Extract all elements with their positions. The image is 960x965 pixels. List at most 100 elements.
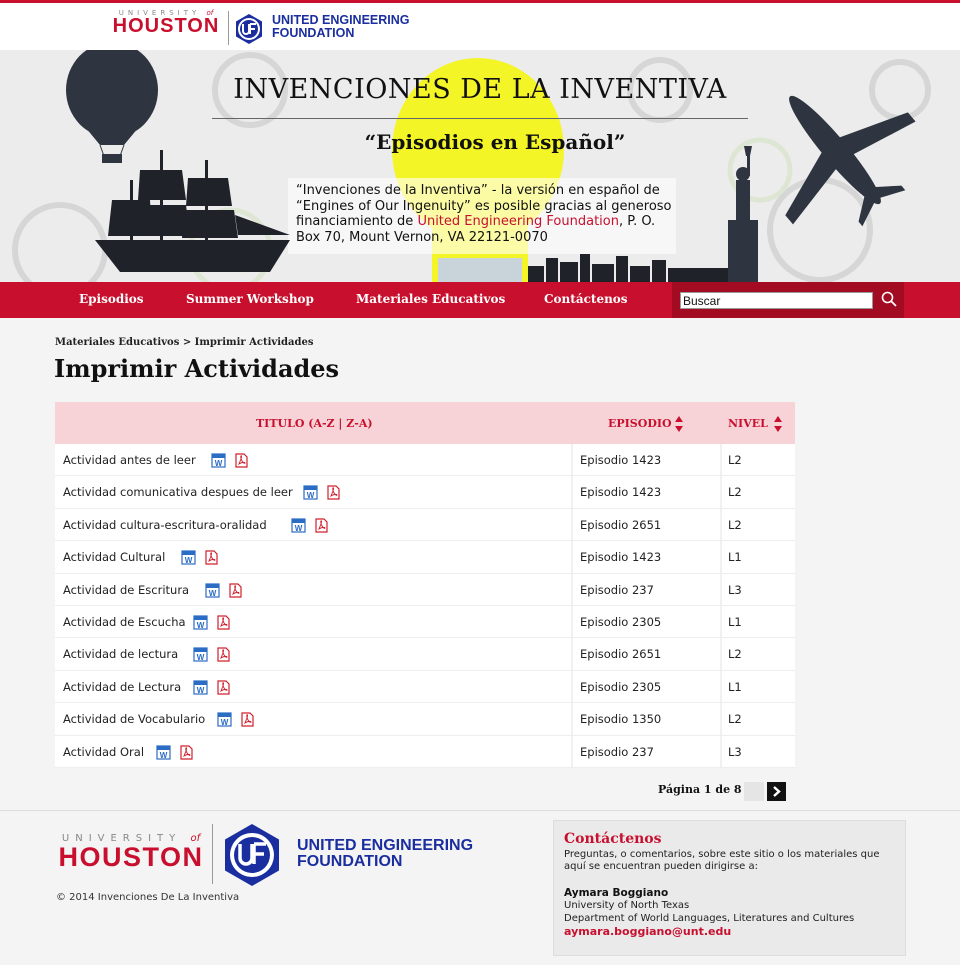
pdf-icon[interactable] [216, 680, 231, 695]
pdf-icon[interactable] [179, 744, 194, 760]
uh-logo-big: HOUSTON [112, 15, 220, 37]
activity-title: Actividad cultura-escritura-oralidad [63, 517, 267, 532]
nav-item-summer-workshop[interactable]: Summer Workshop [186, 292, 314, 306]
table-row: Actividad comunicativa despues de leer W E… [55, 476, 795, 509]
svg-text:W: W [215, 459, 223, 468]
pdf-icon[interactable] [216, 647, 231, 662]
level: L3 [728, 744, 742, 759]
column-divider [720, 444, 722, 476]
footer-uh-logo[interactable]: UNIVERSITY of HOUSTON [56, 833, 206, 873]
uef-line2: FOUNDATION [272, 26, 355, 40]
column-divider [720, 670, 722, 703]
word-doc-icon[interactable]: W [205, 582, 220, 598]
col-titulo-sort[interactable]: TITULO (A-Z | Z-A) [256, 417, 373, 430]
main-nav: Episodios Summer Workshop Materiales Edu… [0, 282, 960, 318]
pager-prev-button[interactable] [744, 782, 764, 801]
column-divider [571, 508, 573, 541]
column-divider [571, 476, 573, 508]
sort-arrows-icon[interactable] [675, 414, 683, 434]
copyright: © 2014 Invenciones De La Inventiva [56, 892, 240, 903]
activity-title: Actividad Oral [63, 744, 145, 759]
column-divider [571, 444, 573, 476]
level: L2 [728, 712, 742, 727]
level: L2 [728, 517, 742, 532]
word-doc-icon[interactable]: W [156, 744, 171, 760]
footer-uef-text: UNITED ENGINEERING FOUNDATION [297, 838, 473, 870]
column-divider [571, 573, 573, 605]
word-doc-icon[interactable]: W [193, 680, 208, 695]
contact-title: Contáctenos [564, 831, 662, 847]
pager-next-button[interactable] [767, 782, 786, 801]
nav-item-contactenos[interactable]: Contáctenos [544, 292, 628, 306]
activity-title: Actividad de Vocabulario [63, 712, 206, 727]
episode-number: Episodio 1423 [580, 453, 662, 467]
activity-title: Actividad antes de leer [63, 453, 196, 467]
episode-number: Episodio 1423 [580, 550, 662, 565]
nav-item-materiales-educativos[interactable]: Materiales Educativos [356, 292, 505, 306]
word-doc-icon[interactable]: W [217, 712, 232, 727]
footer-uh-big: HOUSTON [58, 842, 204, 872]
svg-text:W: W [221, 718, 229, 727]
hero-rule [212, 118, 748, 119]
table-row: Actividad de lectura W Episodio 2651 L2 [55, 638, 795, 671]
col-episodio-sort[interactable]: EPISODIO [608, 417, 672, 430]
search-box [672, 282, 904, 318]
column-divider [571, 670, 573, 703]
pdf-icon[interactable] [228, 582, 243, 598]
uef-logo-icon[interactable] [233, 13, 265, 45]
word-doc-icon[interactable]: W [193, 615, 208, 630]
episode-number: Episodio 2305 [580, 614, 662, 629]
word-doc-icon[interactable]: W [303, 485, 318, 500]
column-divider [571, 703, 573, 735]
sort-arrows-icon[interactable] [774, 414, 782, 434]
table-row: Actividad de Vocabulario W Episodio 1350 L2 [55, 703, 795, 736]
page-title: Imprimir Actividades [54, 354, 340, 383]
pager-label: Página 1 de 8 [658, 783, 742, 796]
svg-text:W: W [197, 621, 205, 630]
pdf-icon[interactable] [216, 615, 231, 630]
word-doc-icon[interactable]: W [290, 518, 306, 533]
level: L1 [728, 614, 742, 629]
pdf-icon[interactable] [314, 518, 329, 533]
table-row: Actividad de Escucha W Episodio 2305 L1 [55, 605, 795, 639]
activity-title: Actividad de lectura [63, 647, 179, 662]
word-doc-icon[interactable]: W [181, 550, 196, 565]
episode-number: Episodio 237 [580, 582, 654, 597]
table-row: Actividad cultura-escritura-oralidad W Epi… [55, 508, 795, 542]
uef-link[interactable]: United Engineering Foundation [417, 214, 619, 229]
footer-logo-divider [212, 824, 213, 884]
column-divider [720, 638, 722, 670]
activity-title: Actividad de Escucha [63, 614, 186, 629]
breadcrumb[interactable]: Materiales Educativos > Imprimir Activid… [55, 337, 313, 348]
episode-number: Episodio 1350 [580, 712, 662, 727]
word-doc-icon[interactable]: W [211, 453, 226, 468]
column-divider [720, 735, 722, 767]
contact-email-link[interactable]: aymara.boggiano@unt.edu [564, 925, 895, 938]
pdf-icon[interactable] [240, 712, 255, 727]
svg-text:W: W [209, 589, 217, 598]
uh-logo[interactable]: UNIVERSITY of HOUSTON [110, 9, 222, 38]
nav-item-episodios[interactable]: Episodios [79, 292, 144, 306]
word-doc-icon[interactable]: W [193, 647, 208, 662]
activity-title: Actividad comunicativa despues de leer [63, 485, 293, 500]
search-icon[interactable] [880, 290, 898, 308]
table-row: Actividad Oral W Episodio 237 L3 [55, 735, 795, 768]
table-body: Actividad antes de leer W Episodio 1423 L2 A… [55, 444, 795, 768]
footer-uef-seal-icon[interactable] [219, 822, 285, 888]
column-divider [571, 541, 573, 573]
contact-department: Department of World Languages, Literatur… [564, 913, 855, 924]
pdf-icon[interactable] [234, 453, 249, 468]
pdf-icon[interactable] [326, 485, 341, 500]
pdf-icon[interactable] [204, 550, 219, 565]
level: L2 [728, 453, 742, 467]
column-divider [720, 476, 722, 508]
episode-number: Episodio 2651 [580, 517, 662, 532]
hero-banner: INVENCIONES DE LA INVENTIVA “Episodios e… [0, 50, 960, 282]
episode-number: Episodio 2305 [580, 679, 662, 694]
footer-divider [0, 810, 960, 811]
svg-text:W: W [185, 556, 193, 565]
col-nivel-sort[interactable]: NIVEL [728, 417, 768, 430]
column-divider [571, 735, 573, 767]
table-row: Actividad de Escritura W Episodio 237 L3 [55, 573, 795, 606]
search-input[interactable] [680, 292, 873, 309]
